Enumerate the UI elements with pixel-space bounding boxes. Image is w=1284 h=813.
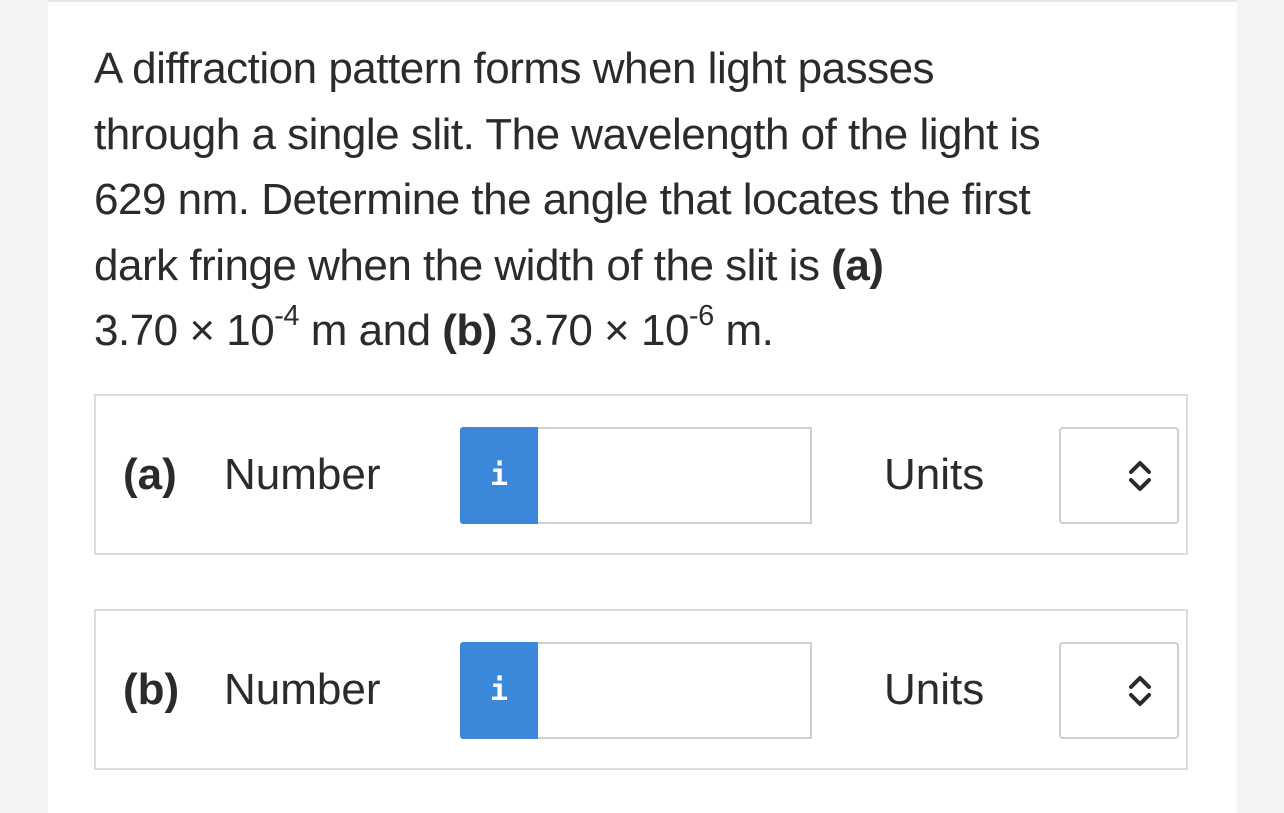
part-label-a: (a)	[123, 449, 177, 499]
question-line-2: through a single slit. The wavelength of…	[94, 109, 1041, 159]
number-label-b: Number	[224, 664, 381, 714]
slit-width-a-exponent: -4	[274, 300, 300, 333]
slit-width-b-exponent: -6	[688, 300, 714, 333]
question-text: A diffraction pattern forms when light p…	[94, 36, 1174, 364]
info-icon[interactable]: i	[460, 427, 538, 524]
question-line-5: 3.70 × 10-4 m and (b) 3.70 × 10-6 m.	[94, 298, 1174, 364]
slit-width-b-mantissa: 3.70 × 10	[496, 306, 690, 355]
part-a-reference: (a)	[831, 240, 884, 290]
part-b-reference: (b)	[442, 306, 497, 355]
question-line-1: A diffraction pattern forms when light p…	[94, 44, 935, 93]
answer-row-a: (a) Number i Units	[94, 394, 1188, 555]
units-dropdown-a[interactable]	[1059, 427, 1179, 524]
number-input-b[interactable]	[538, 642, 812, 739]
part-label-b: (b)	[123, 664, 180, 714]
number-label-a: Number	[224, 449, 381, 499]
units-label-a: Units	[884, 449, 985, 499]
question-line-4: dark fringe when the width of the slit i…	[94, 233, 1174, 299]
question-line-4-text: dark fringe when the width of the slit i…	[94, 240, 832, 290]
slit-width-a-mantissa: 3.70 × 10	[94, 306, 275, 355]
chevron-updown-icon	[1129, 460, 1151, 491]
slit-width-a-unit: m and	[299, 306, 443, 355]
info-icon-glyph: i	[489, 458, 509, 493]
slit-width-b-unit: m.	[713, 306, 774, 355]
units-dropdown-b[interactable]	[1059, 642, 1179, 739]
info-icon[interactable]: i	[460, 642, 538, 739]
question-line-3: 629 nm. Determine the angle that locates…	[94, 175, 1031, 224]
chevron-updown-icon	[1129, 675, 1151, 706]
units-label-b: Units	[884, 664, 985, 714]
number-input-a[interactable]	[538, 427, 812, 524]
info-icon-glyph: i	[489, 673, 509, 708]
answer-row-b: (b) Number i Units	[94, 609, 1188, 770]
